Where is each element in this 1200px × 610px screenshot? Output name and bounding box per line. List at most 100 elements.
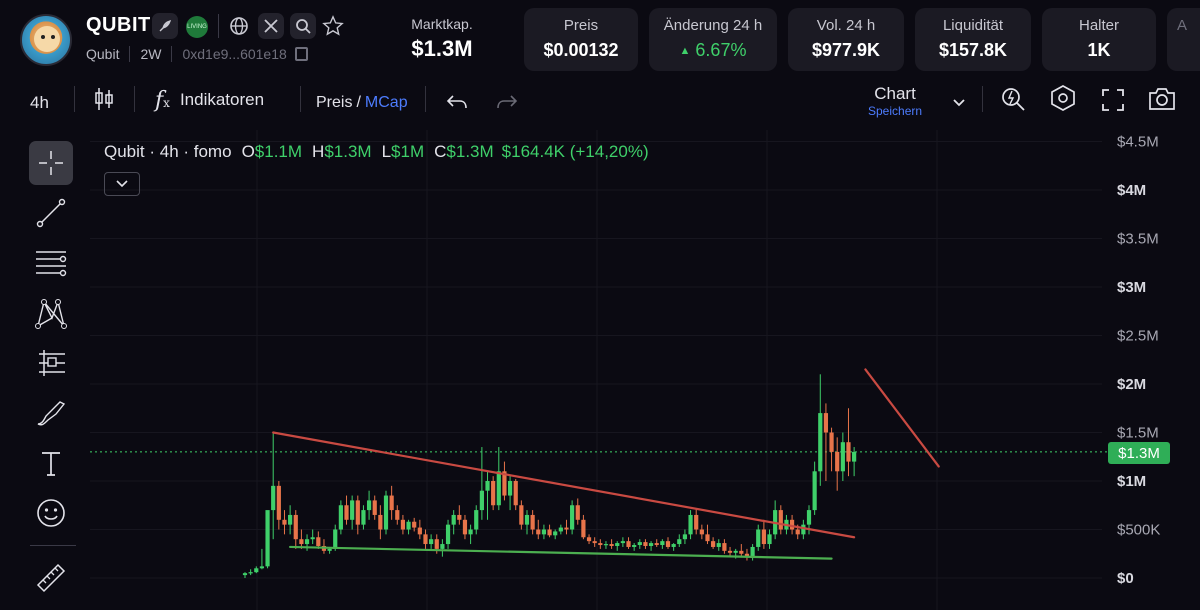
- candle[interactable]: [406, 521, 411, 530]
- candle[interactable]: [598, 543, 603, 546]
- price-toggle-label[interactable]: Preis: [316, 94, 352, 112]
- candle[interactable]: [316, 537, 321, 546]
- candle[interactable]: [547, 529, 552, 536]
- candle[interactable]: [750, 546, 755, 557]
- price-chart[interactable]: $4.5M $4M $3.5M $3M $2.5M $2M $1.5M $1M $500K $0: [90, 130, 1200, 610]
- candle[interactable]: [445, 524, 451, 545]
- candle[interactable]: [615, 543, 620, 546]
- candle[interactable]: [440, 544, 445, 549]
- ruler-tool-icon[interactable]: [29, 556, 73, 600]
- candle[interactable]: [727, 550, 733, 553]
- candle[interactable]: [688, 514, 693, 535]
- candle[interactable]: [389, 495, 394, 511]
- candle[interactable]: [654, 543, 659, 546]
- candle[interactable]: [293, 514, 298, 540]
- candle-type-icon[interactable]: [94, 86, 114, 112]
- candle[interactable]: [536, 529, 541, 535]
- candle[interactable]: [355, 500, 360, 525]
- candle[interactable]: [812, 471, 817, 511]
- candle[interactable]: [485, 481, 490, 491]
- candle[interactable]: [479, 490, 484, 511]
- candle[interactable]: [829, 432, 834, 452]
- candle[interactable]: [818, 413, 823, 472]
- candle[interactable]: [310, 537, 315, 540]
- trendline-green[interactable]: [289, 545, 833, 560]
- candle[interactable]: [304, 539, 310, 545]
- candle[interactable]: [756, 529, 761, 547]
- undo-icon[interactable]: [446, 89, 468, 115]
- candle[interactable]: [327, 548, 332, 551]
- candle[interactable]: [553, 531, 558, 536]
- candle[interactable]: [705, 534, 710, 542]
- trendline-tool-icon[interactable]: [29, 191, 73, 235]
- candle[interactable]: [383, 495, 389, 530]
- candle[interactable]: [592, 541, 597, 544]
- candle[interactable]: [716, 543, 721, 547]
- candle[interactable]: [457, 514, 462, 520]
- interval-selector[interactable]: 4h: [30, 90, 49, 116]
- candle[interactable]: [338, 505, 343, 530]
- candle[interactable]: [519, 505, 524, 525]
- candle[interactable]: [699, 529, 704, 535]
- candle[interactable]: [361, 510, 366, 525]
- globe-icon[interactable]: [226, 13, 252, 39]
- candle[interactable]: [299, 539, 304, 545]
- candle[interactable]: [276, 485, 281, 520]
- candle[interactable]: [789, 519, 795, 530]
- brush-tool-icon[interactable]: [29, 391, 73, 435]
- candle[interactable]: [434, 539, 439, 549]
- candle[interactable]: [806, 510, 812, 525]
- candle[interactable]: [423, 534, 428, 545]
- star-icon[interactable]: [320, 13, 346, 39]
- candle[interactable]: [378, 514, 383, 530]
- fullscreen-icon[interactable]: [1101, 87, 1125, 113]
- candle[interactable]: [417, 527, 422, 535]
- search-icon[interactable]: [290, 13, 316, 39]
- candle[interactable]: [671, 544, 676, 547]
- candle[interactable]: [350, 500, 355, 520]
- candle[interactable]: [795, 529, 800, 535]
- candle[interactable]: [288, 514, 293, 525]
- candle[interactable]: [496, 471, 501, 506]
- legend-collapse-button[interactable]: [104, 172, 140, 196]
- candle[interactable]: [395, 510, 400, 520]
- candle[interactable]: [254, 568, 259, 573]
- candle[interactable]: [626, 541, 631, 547]
- candle[interactable]: [451, 514, 456, 525]
- candle[interactable]: [259, 566, 265, 569]
- candle[interactable]: [530, 514, 535, 530]
- pattern-tool-icon[interactable]: [29, 291, 73, 335]
- candle[interactable]: [507, 481, 513, 496]
- candle[interactable]: [400, 519, 406, 530]
- magic-zoom-icon[interactable]: [1000, 86, 1026, 112]
- redo-icon[interactable]: [496, 89, 518, 115]
- candle[interactable]: [739, 550, 744, 554]
- indicators-button[interactable]: fx Indikatoren: [155, 87, 264, 113]
- candle[interactable]: [761, 529, 766, 545]
- feather-icon[interactable]: [152, 13, 178, 39]
- candle[interactable]: [648, 543, 654, 546]
- settings-hexagon-icon[interactable]: [1049, 85, 1077, 111]
- live-badge-icon[interactable]: LIVING: [186, 16, 208, 38]
- fib-channel-tool-icon[interactable]: [29, 241, 73, 285]
- candle[interactable]: [468, 529, 473, 535]
- candle[interactable]: [846, 442, 851, 462]
- candle[interactable]: [333, 529, 338, 549]
- camera-icon[interactable]: [1147, 86, 1177, 112]
- candle[interactable]: [603, 544, 609, 546]
- candle[interactable]: [801, 524, 806, 535]
- candle[interactable]: [586, 537, 592, 542]
- chevron-down-icon[interactable]: [952, 90, 966, 116]
- candle[interactable]: [665, 541, 671, 547]
- candle[interactable]: [637, 542, 642, 546]
- candle[interactable]: [282, 519, 287, 525]
- candle[interactable]: [682, 534, 688, 540]
- candle[interactable]: [412, 521, 417, 528]
- mcap-toggle-label[interactable]: MCap: [365, 94, 408, 112]
- candle[interactable]: [767, 534, 772, 545]
- candle[interactable]: [248, 572, 253, 574]
- candle[interactable]: [491, 481, 496, 506]
- candle[interactable]: [835, 451, 840, 472]
- candle[interactable]: [575, 505, 580, 520]
- candle[interactable]: [524, 514, 530, 525]
